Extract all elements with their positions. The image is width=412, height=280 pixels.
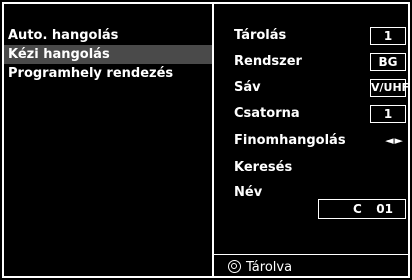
status-divider — [214, 254, 410, 255]
system-row[interactable]: Rendszer BG — [214, 50, 410, 74]
menu-item-manual-tuning[interactable]: Kézi hangolás — [4, 45, 212, 64]
channel-value[interactable]: 1 — [370, 105, 406, 123]
name-value-box[interactable]: C 01 — [318, 199, 406, 219]
fine-tuning-label: Finomhangolás — [234, 133, 346, 148]
channel-row[interactable]: Csatorna 1 — [214, 102, 410, 126]
status-text: Tárolva — [246, 260, 293, 275]
menu-item-auto-tuning[interactable]: Auto. hangolás — [4, 26, 212, 45]
search-row[interactable]: Keresés — [214, 156, 410, 180]
channel-label: Csatorna — [234, 106, 300, 121]
fine-tuning-row[interactable]: Finomhangolás ◄► — [214, 129, 410, 153]
system-label: Rendszer — [234, 54, 302, 69]
system-value[interactable]: BG — [370, 53, 406, 71]
storage-value[interactable]: 1 — [370, 27, 406, 45]
name-prefix: C — [353, 202, 362, 216]
menu-item-program-sort[interactable]: Programhely rendezés — [4, 64, 212, 83]
tv-osd-screen: Auto. hangolás Kézi hangolás Programhely… — [0, 0, 412, 280]
left-right-arrows-icon[interactable]: ◄► — [385, 131, 404, 151]
band-value[interactable]: V/UHF — [370, 79, 409, 97]
status-bar: Tárolva — [228, 258, 292, 278]
tuning-menu: Auto. hangolás Kézi hangolás Programhely… — [4, 26, 212, 83]
band-label: Sáv — [234, 80, 261, 95]
name-number: 01 — [376, 202, 393, 216]
ok-button-icon — [228, 260, 241, 273]
band-row[interactable]: Sáv V/UHF — [214, 76, 410, 100]
name-label: Név — [234, 185, 263, 200]
manual-tuning-panel: Tárolás 1 Rendszer BG Sáv V/UHF Csatorna… — [214, 2, 410, 254]
storage-row[interactable]: Tárolás 1 — [214, 24, 410, 48]
search-label: Keresés — [234, 160, 293, 175]
storage-label: Tárolás — [234, 28, 287, 43]
